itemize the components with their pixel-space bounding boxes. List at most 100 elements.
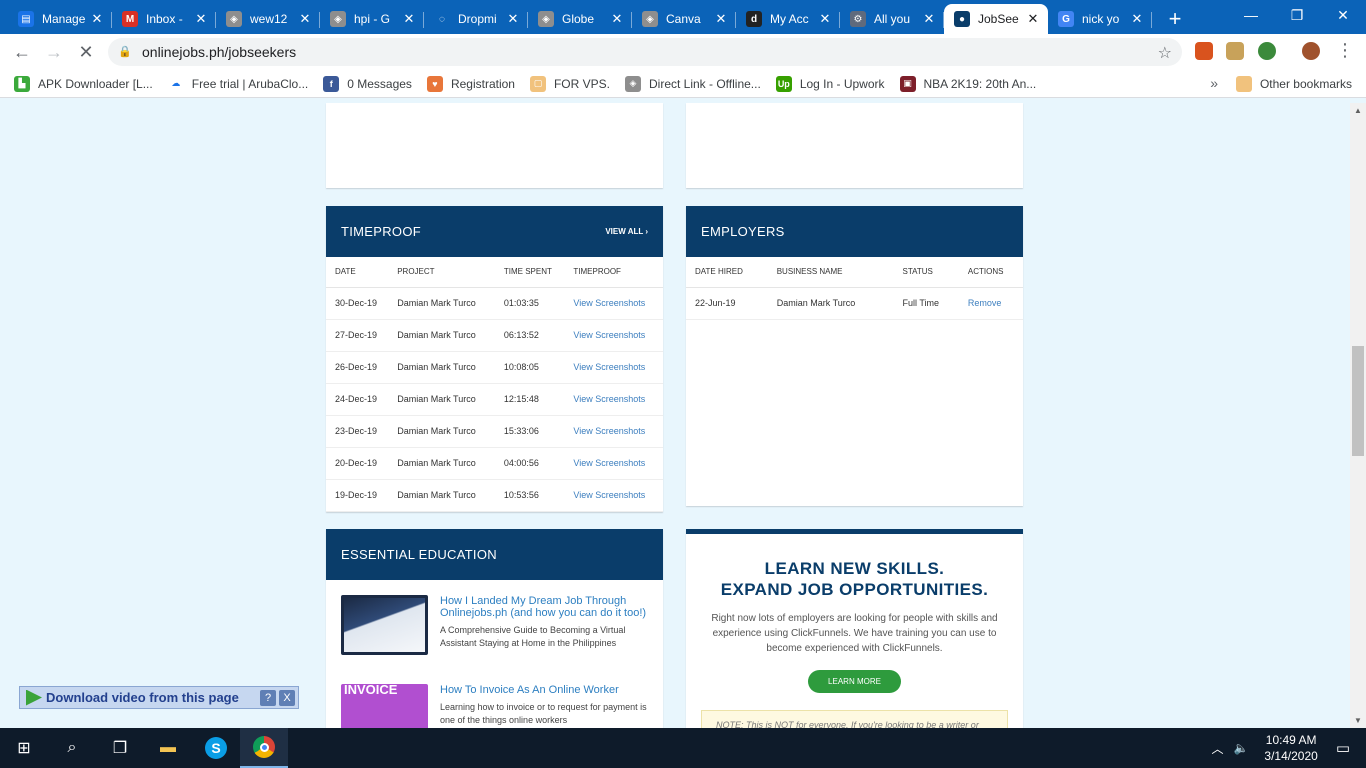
view-screenshots-link[interactable]: View Screenshots xyxy=(564,479,663,512)
close-tab-icon[interactable]: ✕ xyxy=(298,11,312,27)
learn-more-button[interactable]: LEARN MORE xyxy=(808,670,901,693)
close-tab-icon[interactable]: ✕ xyxy=(610,11,624,27)
address-bar[interactable]: 🔒 onlinejobs.ph/jobseekers ☆ xyxy=(108,38,1182,66)
notifications-icon[interactable]: ▭ xyxy=(1336,739,1350,757)
bookmark-item[interactable]: ♥ Registration xyxy=(426,75,515,92)
download-video-label[interactable]: Download video from this page xyxy=(46,690,260,705)
bookmark-item[interactable]: ▢ FOR VPS. xyxy=(529,75,610,92)
employers-title: EMPLOYERS xyxy=(701,224,785,239)
education-title: ESSENTIAL EDUCATION xyxy=(341,547,497,562)
education-item[interactable]: INVOICE How To Invoice As An Online Work… xyxy=(341,683,649,728)
skype-icon[interactable]: S xyxy=(192,728,240,768)
bookmark-favicon-icon: ♥ xyxy=(426,75,443,92)
table-row: 23-Dec-19 Damian Mark Turco 15:33:06 View S… xyxy=(326,415,663,448)
extension-icon[interactable] xyxy=(1195,42,1213,60)
profile-avatar[interactable] xyxy=(1302,42,1320,60)
close-tab-icon[interactable]: ✕ xyxy=(1026,11,1040,27)
browser-tab[interactable]: ◌ Dropmi ✕ xyxy=(424,4,528,34)
stop-loading-icon[interactable]: ✕ xyxy=(70,36,102,68)
search-icon[interactable]: ⌕ xyxy=(48,728,96,768)
close-icon[interactable]: X xyxy=(279,689,295,706)
browser-tab[interactable]: ◈ Globe ✕ xyxy=(528,4,632,34)
chrome-icon[interactable] xyxy=(240,728,288,768)
browser-tab[interactable]: ◈ Canva ✕ xyxy=(632,4,736,34)
close-window-icon[interactable]: ✕ xyxy=(1320,0,1366,30)
tab-strip: ▤ Manage ✕ M Inbox - ✕ ◈ wew12 ✕ ◈ hpi - G ✕ ◌ Dropmi… xyxy=(0,0,1366,34)
bookmark-favicon-icon: ▙ xyxy=(14,75,30,92)
extension-icon[interactable] xyxy=(1226,42,1244,60)
view-screenshots-link[interactable]: View Screenshots xyxy=(564,319,663,352)
page-scrollbar[interactable]: ▲ ▼ xyxy=(1350,103,1366,728)
view-screenshots-link[interactable]: View Screenshots xyxy=(564,383,663,416)
menu-dots-icon[interactable]: ⋮ xyxy=(1336,40,1354,61)
volume-icon[interactable]: 🔈 xyxy=(1233,741,1248,755)
scroll-up-icon[interactable]: ▲ xyxy=(1354,106,1362,115)
bookmark-item[interactable]: Up Log In - Upwork xyxy=(775,75,885,92)
close-tab-icon[interactable]: ✕ xyxy=(922,11,936,27)
bookmark-label: Log In - Upwork xyxy=(799,76,885,91)
bookmark-item[interactable]: ▣ NBA 2K19: 20th An... xyxy=(899,75,1036,92)
location-icon: ● xyxy=(954,11,970,27)
bookmark-item[interactable]: f 0 Messages xyxy=(323,75,412,92)
close-tab-icon[interactable]: ✕ xyxy=(194,11,208,27)
browser-tab[interactable]: ◈ wew12 ✕ xyxy=(216,4,320,34)
table-cell: 23-Dec-19 xyxy=(326,415,389,448)
bookmark-star-icon[interactable]: ☆ xyxy=(1158,43,1172,63)
other-bookmarks[interactable]: Other bookmarks xyxy=(1235,76,1352,92)
back-arrow-icon[interactable]: ← xyxy=(6,36,38,68)
bookmark-item[interactable]: ▙ APK Downloader [L... xyxy=(14,75,153,92)
more-bookmarks-chevron-icon[interactable]: » xyxy=(1210,75,1218,91)
help-icon[interactable]: ? xyxy=(260,689,276,706)
browser-tab[interactable]: ⚙ All you ✕ xyxy=(840,4,944,34)
clock[interactable]: 10:49 AM 3/14/2020 xyxy=(1264,732,1317,764)
tab-title: Dropmi xyxy=(458,12,497,26)
file-explorer-icon[interactable]: ▬ xyxy=(144,728,192,768)
column-header: PROJECT xyxy=(388,257,495,288)
browser-tab[interactable]: d My Acc ✕ xyxy=(736,4,840,34)
close-tab-icon[interactable]: ✕ xyxy=(1130,11,1144,27)
scroll-down-icon[interactable]: ▼ xyxy=(1354,716,1362,725)
bookmark-item[interactable]: ◈ Direct Link - Offline... xyxy=(624,75,761,92)
browser-tab[interactable]: ▤ Manage ✕ xyxy=(8,4,112,34)
browser-toolbar: ← → ✕ 🔒 onlinejobs.ph/jobseekers ☆ ⋮ xyxy=(0,34,1366,70)
article-title[interactable]: How I Landed My Dream Job Through Online… xyxy=(440,595,649,619)
table-cell: Damian Mark Turco xyxy=(388,287,495,320)
extension-icon[interactable] xyxy=(1258,42,1276,60)
bookmark-favicon-icon: ◈ xyxy=(624,75,641,92)
restore-icon[interactable]: ❐ xyxy=(1274,0,1320,30)
windows-start-icon[interactable]: ⊞ xyxy=(0,728,48,768)
browser-tab[interactable]: ● JobSee ✕ xyxy=(944,4,1048,34)
close-tab-icon[interactable]: ✕ xyxy=(90,11,104,27)
browser-tab[interactable]: ◈ hpi - G ✕ xyxy=(320,4,424,34)
tab-title: Globe xyxy=(562,12,595,26)
close-tab-icon[interactable]: ✕ xyxy=(818,11,832,27)
close-tab-icon[interactable]: ✕ xyxy=(506,11,520,27)
minimize-icon[interactable]: — xyxy=(1228,0,1274,30)
close-tab-icon[interactable]: ✕ xyxy=(402,11,416,27)
article-title[interactable]: How To Invoice As An Online Worker xyxy=(440,684,649,696)
close-tab-icon[interactable]: ✕ xyxy=(714,11,728,27)
remove-link[interactable]: Remove xyxy=(958,287,1023,320)
view-screenshots-link[interactable]: View Screenshots xyxy=(564,447,663,480)
view-screenshots-link[interactable]: View Screenshots xyxy=(564,287,663,320)
view-all-link[interactable]: VIEW ALL › xyxy=(605,227,648,236)
download-video-bar[interactable]: Download video from this page ? X xyxy=(19,686,299,709)
education-item[interactable]: How I Landed My Dream Job Through Online… xyxy=(341,595,649,655)
scrollbar-thumb[interactable] xyxy=(1352,346,1364,456)
forward-arrow-icon[interactable]: → xyxy=(38,36,70,68)
view-screenshots-link[interactable]: View Screenshots xyxy=(564,415,663,448)
tray-chevron-icon[interactable]: ︿ xyxy=(1211,740,1223,757)
task-view-icon[interactable]: ❐ xyxy=(96,728,144,768)
browser-tab[interactable]: Gnick yo ✕ xyxy=(1048,4,1152,34)
employers-panel: EMPLOYERS DATE HIRED BUSINESS NAME STATUS A… xyxy=(686,206,1023,506)
bookmarks-bar: ▙ APK Downloader [L... ☁ Free trial | Aruba… xyxy=(0,70,1366,98)
table-cell: 30-Dec-19 xyxy=(326,287,389,320)
view-screenshots-link[interactable]: View Screenshots xyxy=(564,351,663,384)
browser-tab[interactable]: M Inbox - ✕ xyxy=(112,4,216,34)
new-tab-button[interactable]: + xyxy=(1158,4,1192,34)
column-header: BUSINESS NAME xyxy=(767,257,894,288)
table-row: 19-Dec-19 Damian Mark Turco 10:53:56 View S… xyxy=(326,479,663,512)
column-header: DATE xyxy=(326,257,389,288)
bookmark-item[interactable]: ☁ Free trial | ArubaClo... xyxy=(167,75,308,92)
loading-icon: ◌ xyxy=(434,11,450,27)
